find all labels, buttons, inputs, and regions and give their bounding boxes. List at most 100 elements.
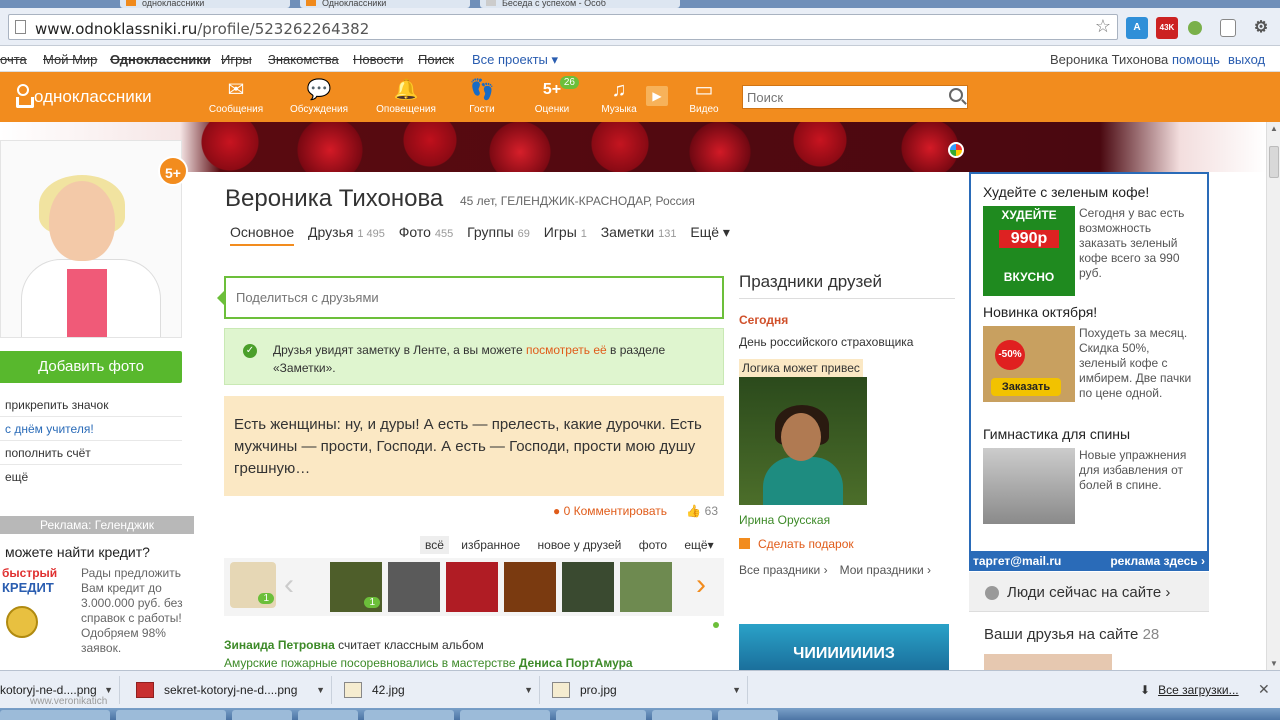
taskbar-item[interactable] (298, 710, 358, 720)
rating-badge[interactable]: 5+ (158, 156, 188, 186)
scroll-down-icon[interactable]: ▼ (1270, 659, 1278, 668)
photo-thumbnail[interactable] (388, 562, 440, 612)
nav-music[interactable]: ♫ Музыка (584, 78, 654, 115)
logout-link[interactable]: выход (1228, 52, 1265, 67)
help-link[interactable]: помощь (1172, 52, 1220, 67)
next-arrow-icon[interactable]: › (696, 568, 706, 602)
wrench-icon[interactable]: ⚙ (1250, 17, 1272, 39)
nav-notifications[interactable]: 🔔 Оповещения (371, 78, 441, 115)
chevron-down-icon[interactable]: ▼ (732, 676, 741, 704)
friend-name-link[interactable]: Ирина Орусская (739, 513, 955, 527)
friend-photo[interactable] (739, 377, 867, 505)
prev-arrow-icon[interactable]: ‹ (284, 568, 294, 602)
my-holidays-link[interactable]: Мои праздники › (840, 563, 931, 577)
url-text[interactable]: www.odnoklassniki.ru/profile/52326226438… (35, 20, 369, 38)
cover-settings-icon[interactable] (948, 142, 964, 158)
browser-tab[interactable]: Беседа с успехом - Особ (480, 0, 680, 8)
taskbar-item[interactable] (556, 710, 646, 720)
chevron-down-icon[interactable]: ▼ (524, 676, 533, 704)
ok-logo[interactable]: одноклассники (14, 84, 152, 107)
add-photo-button[interactable]: Добавить фото (0, 351, 182, 383)
tab-notes[interactable]: Заметки 131 (601, 224, 677, 244)
scroll-up-icon[interactable]: ▲ (1270, 124, 1278, 133)
group-icon[interactable]: 1 (230, 562, 276, 608)
portal-link-mail[interactable]: очта (0, 52, 27, 67)
close-icon[interactable]: ✕ (1258, 681, 1270, 698)
friend-online-photo[interactable] (984, 654, 1112, 670)
photo-thumbnail[interactable]: 1 (330, 562, 382, 612)
download-item[interactable]: 42.jpg ▼ (336, 676, 540, 704)
target-mail-logo[interactable]: таргет@mail.ru (973, 554, 1061, 568)
feed-album-link[interactable]: Амурские пожарные посоревновались в маст… (224, 656, 519, 670)
nav-discussions[interactable]: 💬 Обсуждения (284, 78, 354, 115)
taskbar-item[interactable] (0, 710, 110, 720)
all-projects-dropdown[interactable]: Все проекты ▾ (472, 52, 558, 68)
profile-name[interactable]: Вероника Тихонова (225, 185, 443, 213)
game-banner[interactable]: ЧИИИИИИИЗ (739, 624, 949, 672)
filter-more[interactable]: ещё▾ (679, 536, 718, 554)
share-input[interactable] (226, 278, 706, 316)
ad-title[interactable]: можете найти кредит? (5, 544, 150, 560)
nav-video[interactable]: ▭ Видео (669, 78, 739, 115)
tab-friends[interactable]: Друзья 1 495 (308, 224, 385, 244)
photo-thumbnail[interactable] (562, 562, 614, 612)
ad-item[interactable]: Новинка октября! -50% Заказать Похудеть … (983, 304, 1205, 404)
portal-link-ok[interactable]: Одноклассники (110, 52, 211, 67)
portal-link-dating[interactable]: Знакомства (268, 52, 339, 67)
portal-link-mymir[interactable]: Мой Мир (43, 52, 97, 67)
page-menu-icon[interactable] (1220, 19, 1236, 37)
bookmark-star-icon[interactable]: ☆ (1095, 16, 1111, 37)
browser-tab[interactable]: одноклассники (120, 0, 290, 8)
all-holidays-link[interactable]: Все праздники › (739, 563, 828, 577)
extension-icon[interactable] (1188, 21, 1202, 35)
taskbar-item[interactable] (364, 710, 454, 720)
photo-thumbnail[interactable] (504, 562, 556, 612)
taskbar-item[interactable] (116, 710, 226, 720)
profile-avatar[interactable] (0, 140, 182, 338)
tab-games[interactable]: Игры 1 (544, 224, 587, 244)
filter-all[interactable]: всё (420, 536, 449, 554)
photo-thumbnail[interactable] (446, 562, 498, 612)
translate-icon[interactable]: A (1126, 17, 1148, 39)
ad-item[interactable]: Гимнастика для спины Новые упражнения дл… (983, 426, 1205, 526)
filter-friends-new[interactable]: новое у друзей (533, 536, 627, 554)
download-item[interactable]: sekret-kotoryj-ne-d....png ▼ (128, 676, 332, 704)
page-scrollbar[interactable]: ▲ ▼ (1266, 122, 1280, 670)
search-input[interactable] (743, 86, 933, 108)
feed-user-link[interactable]: Зинаида Петровна (224, 638, 335, 652)
more-link[interactable]: ещё (5, 470, 28, 484)
taskbar-item[interactable] (232, 710, 292, 720)
tab-photos[interactable]: Фото 455 (399, 224, 453, 244)
scrollbar-thumb[interactable] (1269, 146, 1279, 178)
taskbar-item[interactable] (460, 710, 550, 720)
make-gift-link[interactable]: Сделать подарок (739, 537, 955, 551)
teachers-day-link[interactable]: с днём учителя! (5, 422, 94, 436)
filter-photos[interactable]: фото (634, 536, 672, 554)
nav-ratings[interactable]: 5+ 26 Оценки (517, 76, 587, 115)
comment-button[interactable]: ● 0 Комментировать (553, 504, 667, 518)
ad-text[interactable]: Рады предложить Вам кредит до 3.000.000 … (81, 566, 191, 656)
feed-author-link[interactable]: Дениса ПортАмура (519, 656, 633, 670)
people-online-link[interactable]: Люди сейчас на сайте › (969, 572, 1209, 612)
play-icon[interactable]: ▶ (646, 86, 668, 106)
taskbar-item[interactable] (718, 710, 778, 720)
download-item[interactable]: pro.jpg ▼ (544, 676, 748, 704)
address-bar[interactable]: www.odnoklassniki.ru/profile/52326226438… (8, 14, 1118, 40)
extension-badge-icon[interactable]: 43K (1156, 17, 1178, 39)
tab-groups[interactable]: Группы 69 (467, 224, 530, 244)
nav-guests[interactable]: 👣 Гости (447, 78, 517, 115)
browser-tab[interactable]: Одноклассники (300, 0, 470, 8)
portal-link-news[interactable]: Новости (353, 52, 403, 67)
view-note-link[interactable]: посмотреть её (526, 343, 607, 357)
tab-more[interactable]: Ещё ▾ (690, 224, 730, 245)
friends-online-header[interactable]: Ваши друзья на сайте 28 (984, 626, 1159, 643)
portal-user-name[interactable]: Вероника Тихонова (1050, 52, 1168, 67)
portal-link-search[interactable]: Поиск (418, 52, 454, 67)
tab-main[interactable]: Основное (230, 224, 295, 246)
filter-favorites[interactable]: избранное (456, 536, 525, 554)
taskbar-item[interactable] (652, 710, 712, 720)
search-icon[interactable] (949, 88, 963, 102)
attach-badge-link[interactable]: прикрепить значок (5, 398, 108, 412)
portal-link-games[interactable]: Игры (221, 52, 252, 67)
all-downloads-link[interactable]: ⬇ Все загрузки... (1140, 683, 1239, 697)
